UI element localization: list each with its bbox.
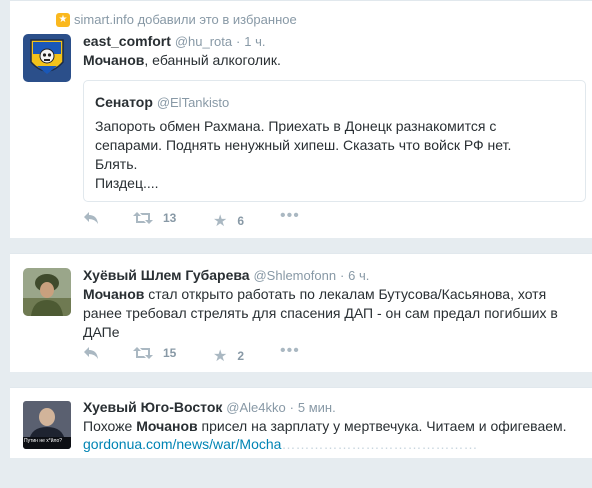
tweet-context: simart.info добавили это в избранное [74, 12, 297, 27]
tweet-text: Мочанов стал открыто работать по лекалам… [83, 286, 558, 340]
more-button[interactable]: ••• [280, 342, 300, 360]
avatar[interactable] [23, 34, 71, 82]
retweet-button[interactable]: 13 [133, 211, 176, 225]
timestamp[interactable]: 5 мин. [298, 400, 336, 415]
favorite-count: 2 [237, 349, 245, 363]
tweet-link[interactable]: gordonua.com/news/war/Mocha [83, 436, 281, 452]
more-icon: ••• [280, 207, 300, 224]
tweet-header: Хуевый Юго-Восток @Ale4kko · 5 мин. [83, 399, 336, 415]
retweet-count: 15 [163, 346, 177, 360]
link-overflow: …………………………………… [281, 436, 478, 452]
fullname[interactable]: Сенатор [95, 94, 153, 110]
retweet-icon [133, 212, 153, 224]
star-icon: ★ [213, 213, 228, 230]
star-icon: ★ [56, 13, 70, 27]
reply-button[interactable] [83, 211, 99, 225]
fullname[interactable]: Хуёвый Шлем Губарева [83, 267, 250, 283]
tweet-actions: 15 ★ 2 ••• [83, 342, 343, 366]
quoted-tweet-header: Сенатор @ElTankisto [95, 94, 229, 110]
avatar-caption: Путин не х*йло? [24, 438, 63, 444]
tweet-text: Похоже Мочанов присел на зарплату у мерт… [83, 418, 567, 434]
reply-icon [84, 212, 98, 224]
tweet-header: east_comfort @hu_rota · 1 ч. [83, 33, 265, 49]
mention-name: Мочанов [83, 52, 145, 68]
more-icon: ••• [280, 342, 300, 359]
separator: · [289, 400, 294, 415]
fullname[interactable]: east_comfort [83, 33, 171, 49]
avatar[interactable] [23, 268, 71, 316]
username[interactable]: @hu_rota [175, 34, 232, 49]
tweet-text: Мочанов, ебанный алкоголик. [83, 52, 281, 68]
quoted-tweet-text: Запороть обмен Рахмана. Приехать в Донец… [95, 118, 512, 191]
avatar[interactable]: Путин не х*йло? [23, 401, 71, 449]
favorite-button[interactable]: ★ 2 [213, 346, 244, 366]
tweet-header: Хуёвый Шлем Губарева @Shlemofonn · 6 ч. [83, 267, 369, 283]
timestamp[interactable]: 1 ч. [244, 34, 265, 49]
reply-button[interactable] [83, 346, 99, 360]
favorite-button[interactable]: ★ 6 [213, 211, 244, 231]
tweet-link-line: gordonua.com/news/war/Mocha…………………………………… [83, 435, 583, 454]
tweet-card: Хуёвый Шлем Губарева @Shlemofonn · 6 ч. … [10, 253, 592, 372]
retweet-button[interactable]: 15 [133, 346, 176, 360]
tweet-card: ★ simart.info добавили это в избранное e… [10, 0, 592, 238]
favorite-count: 6 [237, 214, 245, 228]
mention-name: Мочанов [83, 286, 145, 302]
username[interactable]: @Ale4kko [226, 400, 285, 415]
more-button[interactable]: ••• [280, 207, 300, 225]
username[interactable]: @ElTankisto [157, 95, 229, 110]
separator: · [339, 268, 345, 283]
quoted-tweet[interactable]: Сенатор @ElTankisto Запороть обмен Рахма… [83, 80, 586, 202]
fullname[interactable]: Хуевый Юго-Восток [83, 399, 222, 415]
mention-name: Мочанов [136, 418, 198, 434]
reply-icon [84, 347, 98, 359]
tweet-actions: 13 ★ 6 ••• [83, 207, 343, 231]
retweet-count: 13 [163, 211, 177, 225]
username[interactable]: @Shlemofonn [253, 268, 336, 283]
tweet-card: Путин не х*йло? Хуевый Юго-Восток @Ale4k… [10, 387, 592, 458]
star-icon: ★ [213, 348, 228, 365]
separator: · [236, 34, 241, 49]
retweet-icon [133, 347, 153, 359]
timestamp[interactable]: 6 ч. [348, 268, 369, 283]
